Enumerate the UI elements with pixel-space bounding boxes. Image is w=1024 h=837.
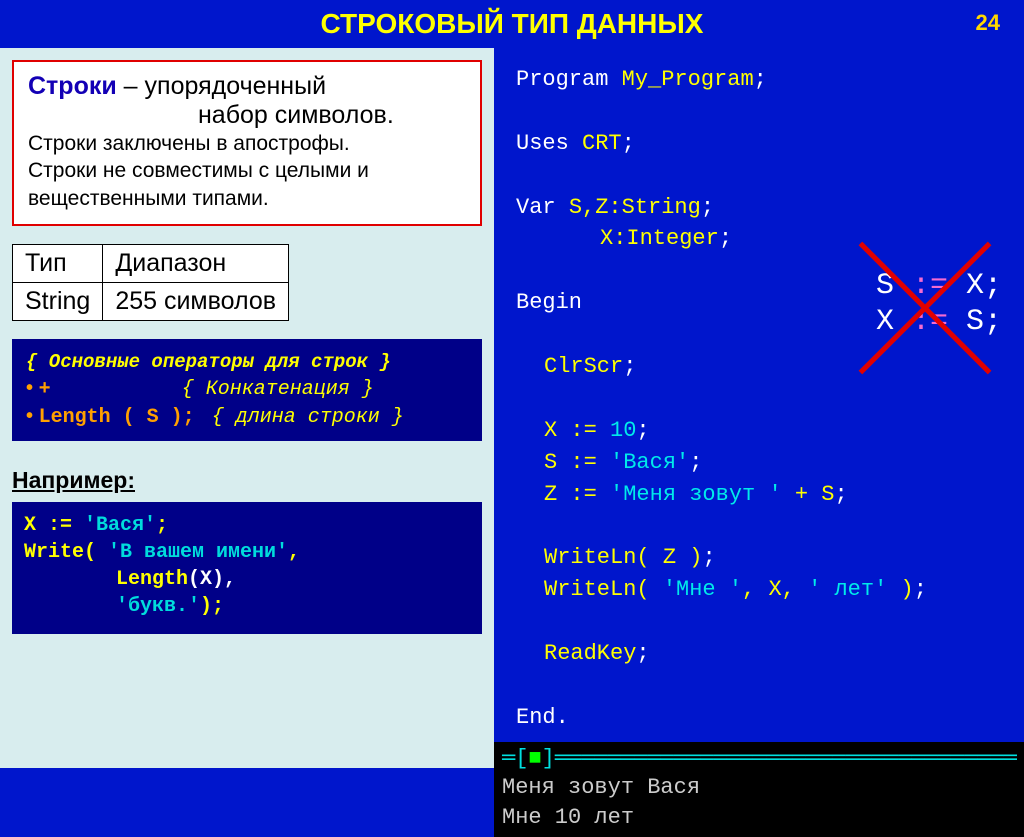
type-range-table: Тип Диапазон String 255 символов (12, 244, 289, 321)
pascal-code: Program My_Program; Uses CRT; Var S,Z:St… (516, 64, 1012, 734)
th-range: Диапазон (103, 244, 289, 282)
definition-line-2: набор символов. (28, 101, 466, 130)
code-line: End. (516, 702, 1012, 734)
code-line: ReadKey; (516, 638, 1012, 670)
definition-line-5: вещественными типами. (28, 185, 466, 212)
td-type: String (13, 282, 103, 320)
code-line: Write( 'В вашем имени', (24, 539, 470, 566)
right-column: Program My_Program; Uses CRT; Var S,Z:St… (494, 48, 1024, 768)
th-type: Тип (13, 244, 103, 282)
console-line: Меня зовут Вася (494, 773, 1024, 803)
console-line: Мне 10 лет (494, 803, 1024, 833)
code-line: Length(X), (24, 566, 470, 593)
operators-box: { Основные операторы для строк } • + { К… (12, 339, 482, 441)
bullet-icon: • (26, 405, 33, 427)
content-area: Строки – упорядоченный набор символов. С… (0, 48, 1024, 768)
left-column: Строки – упорядоченный набор символов. С… (0, 48, 494, 768)
table-row: String 255 символов (13, 282, 289, 320)
code-line: X:Integer; (516, 223, 1012, 255)
code-line: Program My_Program; (516, 64, 1012, 96)
console-output: ═[■]═══════════════════════════════════ … (494, 742, 1024, 837)
code-line: Var S,Z:String; (516, 192, 1012, 224)
definition-box: Строки – упорядоченный набор символов. С… (12, 60, 482, 226)
code-line: S := 'Вася'; (516, 447, 1012, 479)
error-example: S := X; X := S; (876, 268, 1002, 340)
example-label: Например: (12, 467, 482, 494)
code-line: Z := 'Меня зовут ' + S; (516, 479, 1012, 511)
table-row: Тип Диапазон (13, 244, 289, 282)
page-title: СТРОКОВЫЙ ТИП ДАННЫХ (321, 8, 704, 40)
console-titlebar: ═[■]═══════════════════════════════════ (494, 744, 1024, 774)
term: Строки (28, 72, 117, 100)
example-code-box: X := 'Вася'; Write( 'В вашем имени', Len… (12, 502, 482, 634)
code-line: X := 10; (516, 415, 1012, 447)
code-line: WriteLn( Z ); (516, 542, 1012, 574)
definition-line-3: Строки заключены в апострофы. (28, 130, 466, 157)
definition-line-1: Строки – упорядоченный (28, 72, 466, 101)
td-range: 255 символов (103, 282, 289, 320)
operators-title: { Основные операторы для строк } (26, 351, 468, 373)
error-line-2: X := S; (876, 304, 1002, 340)
definition-line-4: Строки не совместимы с целыми и (28, 157, 466, 184)
operator-row-concat: • + { Конкатенация } (26, 377, 468, 401)
code-line: 'букв.'); (24, 593, 470, 620)
error-line-1: S := X; (876, 268, 1002, 304)
slide-header: СТРОКОВЫЙ ТИП ДАННЫХ 24 (0, 0, 1024, 48)
code-line: X := 'Вася'; (24, 512, 470, 539)
operator-row-length: • Length ( S ); { длина строки } (26, 405, 468, 429)
page-number: 24 (976, 10, 1000, 36)
code-line: ClrScr; (516, 351, 1012, 383)
code-line: WriteLn( 'Мне ', X, ' лет' ); (516, 574, 1012, 606)
bullet-icon: • (26, 377, 33, 399)
code-line: Uses CRT; (516, 128, 1012, 160)
